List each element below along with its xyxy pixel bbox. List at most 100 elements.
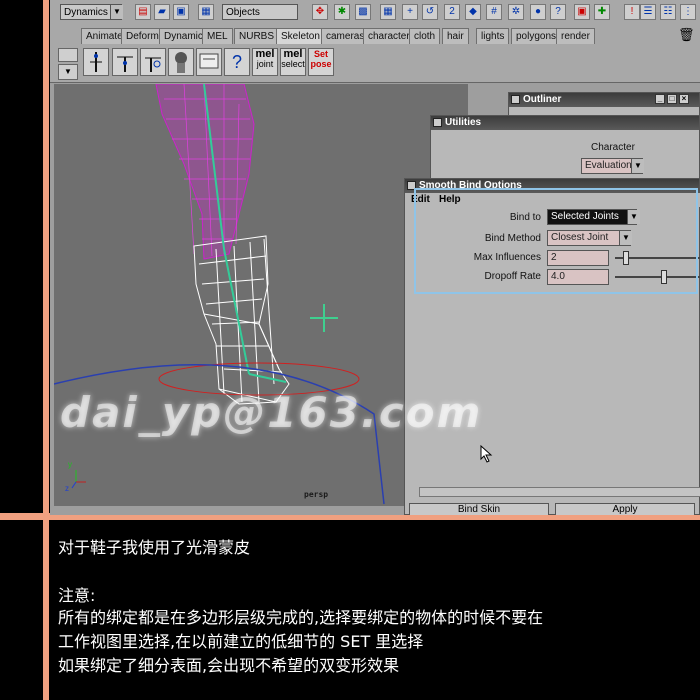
- help-icon[interactable]: ?: [550, 4, 566, 20]
- shelf-tabs: Animate Deform Dynamic MEL NURBS Skeleto…: [50, 26, 700, 45]
- maya-screen: Dynamics ▼ ▤ ▰ ▣ ▦ Objects ✥ ✱ ▩ ▦ + ↺ 2…: [50, 0, 700, 515]
- axis-z-label: z: [65, 484, 69, 493]
- smooth-bind-icon[interactable]: [168, 48, 194, 76]
- tab-dynamic[interactable]: Dynamic: [159, 28, 208, 45]
- open-scene-icon[interactable]: ▰: [154, 4, 170, 20]
- rigid-bind-icon[interactable]: [196, 48, 222, 76]
- minimize-icon[interactable]: _: [655, 94, 665, 104]
- tab-render[interactable]: render: [556, 28, 595, 45]
- set-label: Set: [313, 49, 328, 59]
- chevron-down-icon[interactable]: ▼: [631, 159, 644, 173]
- component-select-icon[interactable]: ✱: [334, 4, 350, 20]
- snap-curve2-icon[interactable]: 2: [444, 4, 460, 20]
- joint-tool-icon[interactable]: [83, 48, 109, 76]
- selection-mask-value: Objects: [226, 7, 260, 18]
- tab-label: render: [561, 31, 590, 42]
- menu-set-value: Dynamics: [64, 7, 108, 18]
- help-shelf-icon[interactable]: ?: [224, 48, 250, 76]
- tool-settings-icon[interactable]: ☷: [660, 4, 676, 20]
- tab-skeleton[interactable]: Skeleton: [276, 28, 325, 44]
- apply-label: Apply: [612, 504, 638, 515]
- snap-view-icon[interactable]: #: [486, 4, 502, 20]
- tab-nurbs[interactable]: NURBS: [234, 28, 280, 45]
- shelf-menu-icon[interactable]: [58, 48, 78, 62]
- render-globals-icon[interactable]: ✚: [594, 4, 610, 20]
- tab-label: cloth: [414, 31, 436, 42]
- tab-label: MEL: [207, 31, 228, 42]
- ik-spline-icon[interactable]: [140, 48, 166, 76]
- history-icon[interactable]: ✲: [508, 4, 524, 20]
- window-menu-icon[interactable]: [511, 95, 520, 104]
- mel-sub-label: joint: [256, 59, 274, 69]
- highlight-box: [414, 188, 698, 294]
- snap-curve-icon[interactable]: ↺: [422, 4, 438, 20]
- save-scene-icon[interactable]: ▣: [173, 4, 189, 20]
- outliner-titlebar[interactable]: Outliner _ □ ×: [509, 93, 699, 107]
- ipr-icon[interactable]: ▣: [574, 4, 590, 20]
- tab-lights[interactable]: lights: [476, 28, 510, 45]
- bind-skin-label: Bind Skin: [457, 504, 501, 515]
- tab-cloth[interactable]: cloth: [409, 28, 441, 45]
- layer-editor-icon[interactable]: ⋮: [680, 4, 696, 20]
- tab-mel[interactable]: MEL: [202, 28, 233, 45]
- caption-line-2: 注意:: [58, 586, 96, 605]
- caption-area: 对于鞋子我使用了光滑蒙皮 注意: 所有的绑定都是在多边形层级完成的,选择要绑定的…: [50, 520, 700, 700]
- character-label: Character: [591, 142, 635, 153]
- utilities-titlebar[interactable]: Utilities: [431, 116, 699, 130]
- watermark: dai_yp@163.com: [60, 388, 483, 437]
- caption-line-1: 对于鞋子我使用了光滑蒙皮: [58, 538, 251, 557]
- snap-plane-icon[interactable]: ◆: [465, 4, 481, 20]
- axis-indicator: [71, 470, 86, 489]
- ik-handle-icon[interactable]: [112, 48, 138, 76]
- tab-label: Skeleton: [281, 31, 320, 42]
- tab-deform[interactable]: Deform: [121, 28, 164, 45]
- chevron-down-icon[interactable]: ▼: [110, 5, 123, 19]
- hierarchy-select-icon[interactable]: ▦: [198, 4, 214, 20]
- utilities-title: Utilities: [445, 117, 482, 128]
- channel-box-icon[interactable]: !: [624, 4, 640, 20]
- tab-label: cameras: [326, 31, 365, 42]
- help-glyph: ?: [231, 52, 242, 72]
- tab-label: Animate: [86, 31, 123, 42]
- snap-point-icon[interactable]: +: [402, 4, 418, 20]
- frame-left-bar: [43, 0, 49, 700]
- outliner-title: Outliner: [523, 94, 562, 105]
- horizontal-scrollbar[interactable]: [419, 487, 700, 497]
- tab-label: Deform: [126, 31, 159, 42]
- mel-sub-label: select: [281, 59, 305, 69]
- close-icon[interactable]: ×: [679, 94, 689, 104]
- attribute-editor-icon[interactable]: ☰: [640, 4, 656, 20]
- new-scene-icon[interactable]: ▤: [135, 4, 151, 20]
- mel-select-button[interactable]: mel select: [280, 48, 306, 76]
- tab-label: character: [368, 31, 410, 42]
- trash-icon[interactable]: 🗑: [678, 27, 695, 43]
- window-menu-icon[interactable]: [433, 118, 442, 127]
- camera-label: persp: [304, 490, 329, 499]
- render-icon[interactable]: ●: [530, 4, 546, 20]
- caption-line-4: 工作视图里选择,在以前建立的低细节的 SET 里选择: [58, 632, 424, 651]
- tab-polygons[interactable]: polygons: [511, 28, 562, 45]
- status-line: Dynamics ▼ ▤ ▰ ▣ ▦ Objects ✥ ✱ ▩ ▦ + ↺ 2…: [50, 0, 700, 27]
- tab-character[interactable]: character: [363, 28, 415, 45]
- mouse-cursor-icon: [480, 445, 493, 463]
- mel-label: mel: [283, 48, 303, 60]
- bind-skin-button[interactable]: Bind Skin: [409, 503, 549, 515]
- object-select-icon[interactable]: ✥: [312, 4, 328, 20]
- selection-mask-field[interactable]: Objects: [222, 4, 298, 20]
- shelf-options-icon[interactable]: ▼: [58, 64, 78, 80]
- apply-button[interactable]: Apply: [555, 503, 695, 515]
- caption-line-5: 如果绑定了细分表面,会出现不希望的双变形效果: [58, 656, 400, 675]
- tab-label: Dynamic: [164, 31, 203, 42]
- tab-label: lights: [481, 31, 505, 42]
- utilities-window[interactable]: Utilities Character Evaluation ▼: [430, 115, 700, 185]
- maximize-icon[interactable]: □: [667, 94, 677, 104]
- tab-hair[interactable]: hair: [442, 28, 469, 45]
- tab-label: NURBS: [239, 31, 275, 42]
- mel-joint-button[interactable]: mel joint: [252, 48, 278, 76]
- snap-grid-icon[interactable]: ▦: [380, 4, 396, 20]
- shelf: ▼ ? mel joint mel select Set pose: [50, 44, 700, 83]
- pose-label: pose: [310, 59, 332, 69]
- set-pose-button[interactable]: Set pose: [308, 48, 334, 76]
- tab-label: polygons: [516, 31, 557, 42]
- marquee-select-icon[interactable]: ▩: [355, 4, 371, 20]
